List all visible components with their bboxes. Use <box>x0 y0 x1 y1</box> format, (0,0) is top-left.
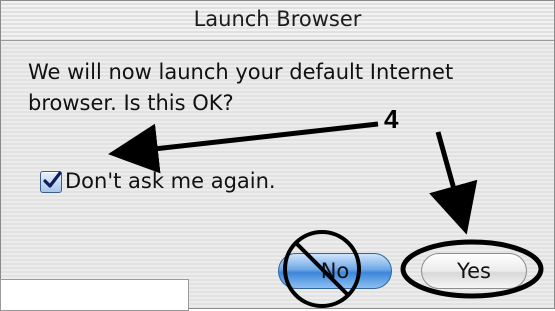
arrow-to-checkbox <box>108 121 379 174</box>
arrow-to-yes-button <box>429 131 478 235</box>
yes-button-highlight <box>400 239 544 299</box>
caption-box <box>0 279 189 311</box>
annotation-overlay <box>108 121 544 308</box>
step-number-label: 4 <box>384 104 399 134</box>
prohibited-icon <box>283 230 361 308</box>
